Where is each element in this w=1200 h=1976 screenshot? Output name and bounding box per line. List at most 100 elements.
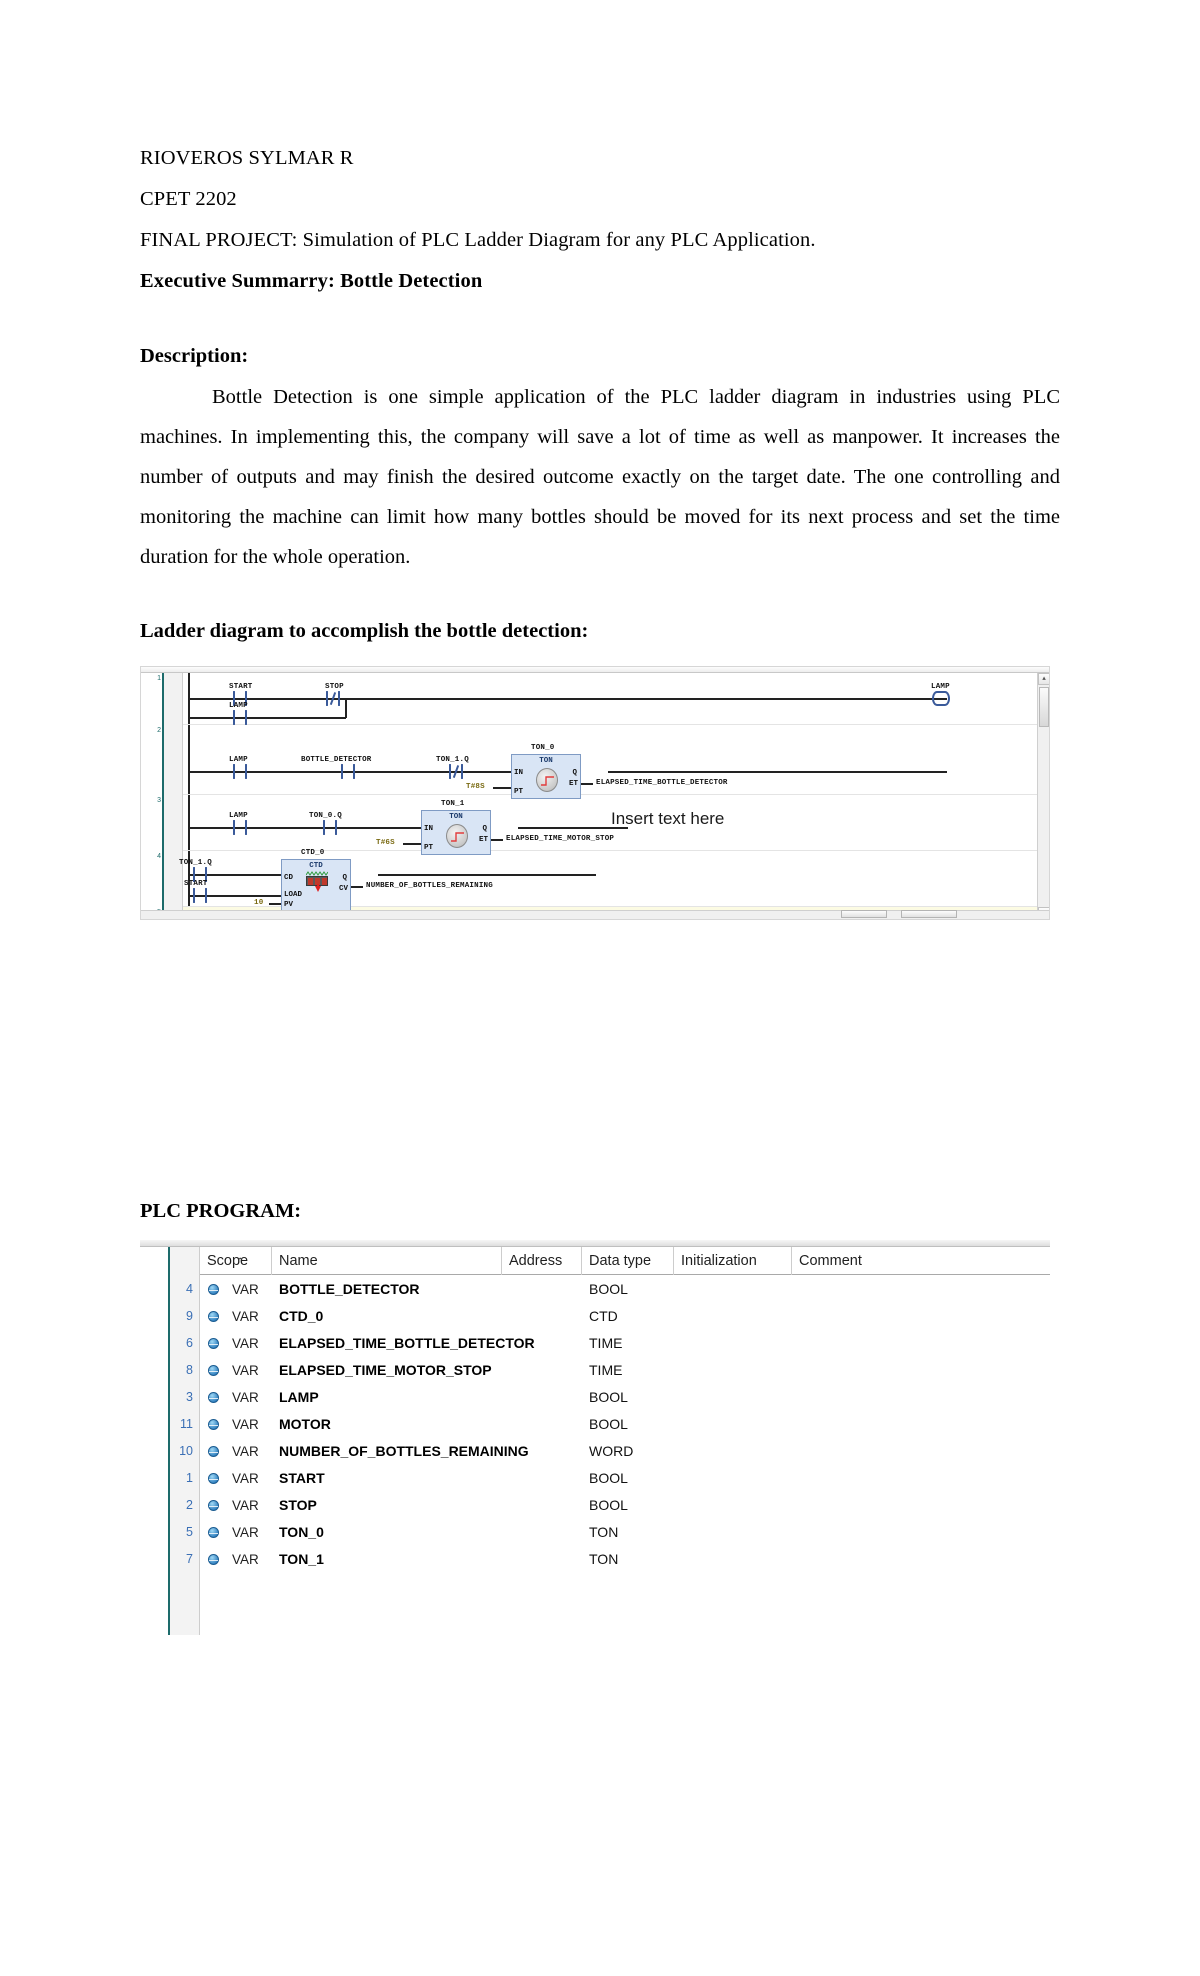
table-row[interactable]: 2 VAR STOP BOOL xyxy=(140,1492,1050,1519)
cell-address[interactable] xyxy=(502,1438,582,1465)
table-row[interactable]: 7 VAR TON_1 TON xyxy=(140,1546,1050,1573)
scrollbar-thumb[interactable] xyxy=(1039,687,1049,727)
cell-scope[interactable]: VAR xyxy=(225,1330,275,1357)
cell-address[interactable] xyxy=(502,1276,582,1303)
cell-comment[interactable] xyxy=(792,1357,910,1384)
cell-comment[interactable] xyxy=(792,1384,910,1411)
cell-comment[interactable] xyxy=(792,1465,910,1492)
cell-scope[interactable]: VAR xyxy=(225,1465,275,1492)
cell-scope[interactable]: VAR xyxy=(225,1357,275,1384)
cell-comment[interactable] xyxy=(792,1546,910,1573)
table-row[interactable]: 5 VAR TON_0 TON xyxy=(140,1519,1050,1546)
table-row[interactable]: 6 VAR ELAPSED_TIME_BOTTLE_DETECTOR TIME xyxy=(140,1330,1050,1357)
cell-name[interactable]: STOP xyxy=(272,1492,512,1519)
cell-scope[interactable]: VAR xyxy=(225,1519,275,1546)
cell-comment[interactable] xyxy=(792,1411,910,1438)
cell-comment[interactable] xyxy=(792,1303,910,1330)
cell-datatype[interactable]: CTD xyxy=(582,1303,674,1330)
cell-address[interactable] xyxy=(502,1330,582,1357)
cell-datatype[interactable]: TON xyxy=(582,1546,674,1573)
cell-name[interactable]: CTD_0 xyxy=(272,1303,512,1330)
cell-initialization[interactable] xyxy=(674,1357,792,1384)
cell-initialization[interactable] xyxy=(674,1276,792,1303)
cell-name[interactable]: ELAPSED_TIME_BOTTLE_DETECTOR xyxy=(272,1330,535,1357)
contact-lamp-no-r2[interactable] xyxy=(233,764,247,779)
column-header-name[interactable]: Name xyxy=(272,1247,502,1275)
cell-name[interactable]: TON_1 xyxy=(272,1546,512,1573)
column-header-address[interactable]: Address xyxy=(502,1247,582,1275)
cell-name[interactable]: START xyxy=(272,1465,512,1492)
contact-bottle-detector-no[interactable] xyxy=(341,764,355,779)
cell-name[interactable]: NUMBER_OF_BOTTLES_REMAINING xyxy=(272,1438,529,1465)
contact-lamp-no-r3[interactable] xyxy=(233,820,247,835)
table-row[interactable]: 1 VAR START BOOL xyxy=(140,1465,1050,1492)
cell-address[interactable] xyxy=(502,1519,582,1546)
cell-comment[interactable] xyxy=(792,1438,910,1465)
cell-datatype[interactable]: BOOL xyxy=(582,1465,674,1492)
ladder-vertical-scrollbar[interactable]: ▲ ▼ xyxy=(1037,673,1049,919)
ladder-bottom-button-2[interactable] xyxy=(901,910,957,918)
function-block-ctd-0[interactable]: CTD CD LOAD PV Q CV xyxy=(281,859,351,911)
cell-address[interactable] xyxy=(502,1357,582,1384)
cell-comment[interactable] xyxy=(792,1492,910,1519)
column-header-datatype[interactable]: Data type xyxy=(582,1247,674,1275)
table-row[interactable]: 10 VAR NUMBER_OF_BOTTLES_REMAINING WORD xyxy=(140,1438,1050,1465)
cell-scope[interactable]: VAR xyxy=(225,1384,275,1411)
cell-datatype[interactable]: BOOL xyxy=(582,1492,674,1519)
cell-scope[interactable]: VAR xyxy=(225,1438,275,1465)
cell-name[interactable]: MOTOR xyxy=(272,1411,512,1438)
coil-lamp[interactable] xyxy=(932,691,950,706)
cell-address[interactable] xyxy=(502,1303,582,1330)
column-header-comment[interactable]: Comment xyxy=(792,1247,910,1275)
cell-datatype[interactable]: BOOL xyxy=(582,1411,674,1438)
cell-scope[interactable]: VAR xyxy=(225,1546,275,1573)
function-block-ton-1[interactable]: TON IN PT Q ET xyxy=(421,810,491,855)
cell-initialization[interactable] xyxy=(674,1438,792,1465)
table-row[interactable]: 11 VAR MOTOR BOOL xyxy=(140,1411,1050,1438)
cell-datatype[interactable]: TIME xyxy=(582,1357,674,1384)
cell-comment[interactable] xyxy=(792,1330,910,1357)
cell-initialization[interactable] xyxy=(674,1492,792,1519)
cell-name[interactable]: BOTTLE_DETECTOR xyxy=(272,1276,512,1303)
cell-datatype[interactable]: BOOL xyxy=(582,1276,674,1303)
ladder-bottom-button-1[interactable] xyxy=(841,910,887,918)
cell-address[interactable] xyxy=(502,1411,582,1438)
cell-initialization[interactable] xyxy=(674,1384,792,1411)
cell-initialization[interactable] xyxy=(674,1519,792,1546)
cell-initialization[interactable] xyxy=(674,1303,792,1330)
column-header-scope[interactable]: ⌃ Scope xyxy=(200,1247,272,1275)
cell-datatype[interactable]: TON xyxy=(582,1519,674,1546)
cell-datatype[interactable]: BOOL xyxy=(582,1384,674,1411)
contact-ton1q-nc[interactable] xyxy=(449,764,463,779)
scroll-up-arrow-icon[interactable]: ▲ xyxy=(1038,673,1049,685)
contact-start-no-r4[interactable] xyxy=(193,888,207,903)
cell-initialization[interactable] xyxy=(674,1465,792,1492)
function-block-ton-0[interactable]: TON IN PT Q ET xyxy=(511,754,581,799)
cell-address[interactable] xyxy=(502,1384,582,1411)
table-row[interactable]: 8 VAR ELAPSED_TIME_MOTOR_STOP TIME xyxy=(140,1357,1050,1384)
table-row[interactable]: 9 VAR CTD_0 CTD xyxy=(140,1303,1050,1330)
cell-scope[interactable]: VAR xyxy=(225,1276,275,1303)
cell-initialization[interactable] xyxy=(674,1546,792,1573)
cell-scope[interactable]: VAR xyxy=(225,1303,275,1330)
cell-initialization[interactable] xyxy=(674,1330,792,1357)
cell-address[interactable] xyxy=(502,1465,582,1492)
cell-comment[interactable] xyxy=(792,1519,910,1546)
cell-initialization[interactable] xyxy=(674,1411,792,1438)
cell-name[interactable]: ELAPSED_TIME_MOTOR_STOP xyxy=(272,1357,512,1384)
contact-stop-nc[interactable] xyxy=(326,691,340,706)
cell-datatype[interactable]: TIME xyxy=(582,1330,674,1357)
cell-address[interactable] xyxy=(502,1546,582,1573)
table-row[interactable]: 3 VAR LAMP BOOL xyxy=(140,1384,1050,1411)
contact-lamp-no[interactable] xyxy=(233,710,247,725)
cell-datatype[interactable]: WORD xyxy=(582,1438,674,1465)
contact-ton0q-no[interactable] xyxy=(323,820,337,835)
cell-comment[interactable] xyxy=(792,1276,910,1303)
column-header-initialization[interactable]: Initialization xyxy=(674,1247,792,1275)
table-row[interactable]: 4 VAR BOTTLE_DETECTOR BOOL xyxy=(140,1276,1050,1303)
cell-scope[interactable]: VAR xyxy=(225,1411,275,1438)
cell-name[interactable]: LAMP xyxy=(272,1384,512,1411)
cell-scope[interactable]: VAR xyxy=(225,1492,275,1519)
cell-name[interactable]: TON_0 xyxy=(272,1519,512,1546)
cell-address[interactable] xyxy=(502,1492,582,1519)
